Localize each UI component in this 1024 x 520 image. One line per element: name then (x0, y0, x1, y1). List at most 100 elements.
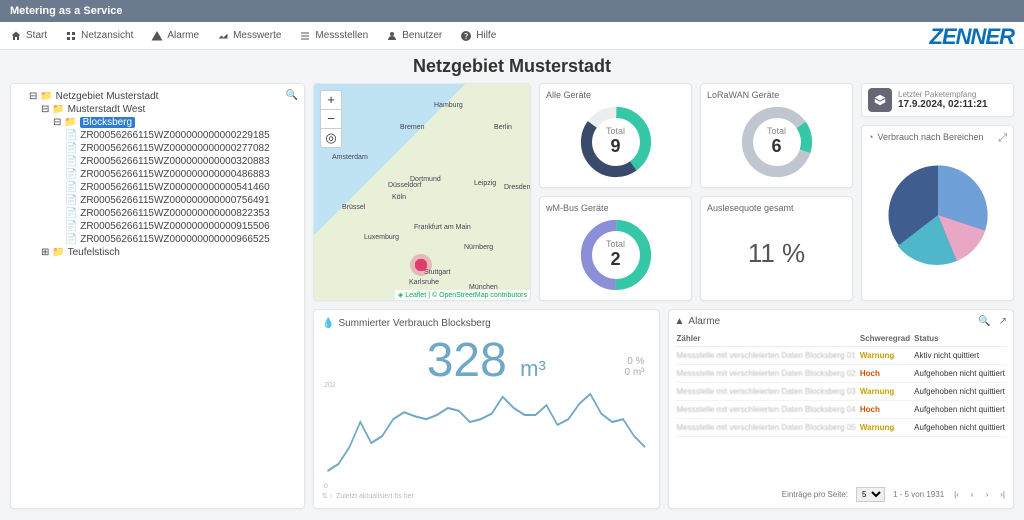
last-packet-value: 17.9.2024, 02:11:21 (898, 99, 988, 110)
tree-device[interactable]: 📄 ZR00056266115WZ000000000000277082 (65, 142, 298, 155)
pager-first[interactable]: |‹ (952, 490, 961, 499)
donut-label: wM-Bus Geräte (546, 203, 685, 213)
col-status[interactable]: Status (912, 331, 1007, 347)
pager-prev[interactable]: ‹ (969, 490, 976, 499)
map-zoom-in[interactable]: + (321, 91, 341, 110)
map-city: Düsseldorf (388, 182, 421, 189)
pager-next[interactable]: › (984, 490, 991, 499)
packet-icon (868, 88, 892, 112)
map-locate[interactable]: ◎ (321, 129, 341, 147)
alarm-row[interactable]: Messstelle mit verschleierten Daten Bloc… (675, 383, 1008, 401)
menu-label: Messwerte (233, 30, 281, 41)
tree-panel: 🔍 ⊟ 📁 Netzgebiet Musterstadt ⊟ 📁 Musters… (10, 83, 305, 509)
map-city: Bremen (400, 124, 425, 131)
sort-icon[interactable]: ⇅ (322, 493, 328, 500)
menu-hilfe[interactable]: Hilfe (460, 30, 496, 42)
map-card[interactable]: Hamburg Bremen Berlin Amsterdam Brüssel … (313, 83, 531, 301)
menu-label: Alarme (167, 30, 199, 41)
map-city: Frankfurt am Main (414, 224, 471, 231)
map-city: Dresden (504, 184, 530, 191)
map-zoom-controls: + − ◎ (320, 90, 342, 148)
alarm-row[interactable]: Messstelle mit verschleierten Daten Bloc… (675, 365, 1008, 383)
alarm-zaehler: Messstelle mit verschleierten Daten Bloc… (675, 419, 858, 437)
tree-device[interactable]: 📄 ZR00056266115WZ000000000000966525 (65, 233, 298, 246)
tree-device[interactable]: 📄 ZR00056266115WZ000000000000486883 (65, 168, 298, 181)
menu-netzansicht[interactable]: Netzansicht (65, 30, 133, 42)
consumption-delta: 0 %0 m³ (625, 356, 645, 378)
map-city: Brüssel (342, 204, 365, 211)
next-icon[interactable]: › (330, 493, 332, 500)
tree-device[interactable]: 📄 ZR00056266115WZ000000000000915506 (65, 220, 298, 233)
pie-icon: ◔ (868, 132, 873, 142)
quote-label: Auslesequote gesamt (707, 203, 846, 213)
tree-device[interactable]: 📄 ZR00056266115WZ000000000000822353 (65, 207, 298, 220)
page-title: Netzgebiet Musterstadt (0, 50, 1024, 83)
brand-logo: ZENNER (930, 24, 1014, 50)
donut-wmbus: wM-Bus Geräte Total2 (539, 196, 692, 301)
tree-device[interactable]: 📄 ZR00056266115WZ000000000000756491 (65, 194, 298, 207)
app-title: Metering as a Service (10, 5, 123, 17)
consumption-chart: 202 0 (322, 380, 651, 492)
map-city: Köln (392, 194, 406, 201)
map-zoom-out[interactable]: − (321, 110, 341, 129)
main-menu: Start Netzansicht Alarme Messwerte Messs… (0, 22, 1024, 50)
map-city: Amsterdam (332, 154, 368, 161)
tree-sibling[interactable]: ⊞ 📁 Teufelstisch (41, 246, 298, 259)
last-packet-label: Letzter Paketempfang (898, 90, 988, 99)
donut-label: LoRaWAN Geräte (707, 90, 846, 100)
quote-value: 11 % (707, 213, 846, 294)
pie-card: ◔Verbrauch nach Bereichen ⤢ (861, 125, 1014, 301)
donut-total-label: Total (606, 239, 625, 249)
expand-icon[interactable]: ⤢ (998, 132, 1007, 145)
tree-root[interactable]: ⊟ 📁 Netzgebiet Musterstadt (29, 90, 286, 103)
menu-alarme[interactable]: Alarme (151, 30, 199, 42)
tree-device[interactable]: 📄 ZR00056266115WZ000000000000229185 (65, 129, 298, 142)
alarms-card: ▲Alarme 🔍 ↗ Zähler Schweregrad Status Mes… (668, 309, 1015, 509)
menu-label: Netzansicht (81, 30, 133, 41)
map-city: Dortmund (410, 176, 441, 183)
tree-selected[interactable]: ⊟ 📁 Blocksberg (53, 116, 298, 129)
map-attribution: ◈ Leaflet | © OpenStreetMap contributors (395, 290, 530, 300)
read-quote-card: Auslesequote gesamt 11 % (700, 196, 853, 301)
alarm-severity: Warnung (858, 419, 912, 437)
alarm-zaehler: Messstelle mit verschleierten Daten Bloc… (675, 347, 858, 365)
alarm-zaehler: Messstelle mit verschleierten Daten Bloc… (675, 365, 858, 383)
map-city: Leipzig (474, 180, 496, 187)
tree-search-icon[interactable]: 🔍 (286, 90, 298, 101)
pager-last[interactable]: ›| (998, 490, 1007, 499)
tree-device[interactable]: 📄 ZR00056266115WZ000000000000541460 (65, 181, 298, 194)
col-zaehler[interactable]: Zähler (675, 331, 858, 347)
last-packet-card: Letzter Paketempfang17.9.2024, 02:11:21 (861, 83, 1014, 117)
menu-label: Start (26, 30, 47, 41)
tree-level1[interactable]: ⊟ 📁 Musterstadt West (41, 103, 298, 116)
tree-device[interactable]: 📄 ZR00056266115WZ000000000000320883 (65, 155, 298, 168)
consumption-label: Summierter Verbrauch Blocksberg (338, 318, 490, 329)
warn-icon: ▲ (675, 316, 685, 327)
alarm-severity: Hoch (858, 365, 912, 383)
alarms-label: Alarme (688, 316, 720, 327)
donut-total-label: Total (606, 126, 625, 136)
menu-start[interactable]: Start (10, 30, 47, 42)
alarm-status: Aktiv nicht quittiert (912, 347, 1007, 365)
consumption-footer: Zuletzt aktualisiert 6s her (336, 493, 414, 500)
menu-messwerte[interactable]: Messwerte (217, 30, 281, 42)
map-city: Luxemburg (364, 234, 399, 241)
donut-total-label: Total (767, 126, 786, 136)
map-marker[interactable] (410, 254, 432, 276)
drop-icon: 💧 (322, 318, 334, 329)
pager-per-select[interactable]: 5 (856, 487, 885, 502)
alarm-row[interactable]: Messstelle mit verschleierten Daten Bloc… (675, 401, 1008, 419)
alarm-row[interactable]: Messstelle mit verschleierten Daten Bloc… (675, 347, 1008, 365)
menu-benutzer[interactable]: Benutzer (386, 30, 442, 42)
donut-label: Alle Geräte (546, 90, 685, 100)
alarms-expand-icon[interactable]: ↗ (999, 316, 1007, 327)
map-city: Hamburg (434, 102, 463, 109)
alarms-search-icon[interactable]: 🔍 (978, 316, 990, 327)
donut-value: 2 (606, 249, 625, 270)
alarm-row[interactable]: Messstelle mit verschleierten Daten Bloc… (675, 419, 1008, 437)
consumption-card: 💧Summierter Verbrauch Blocksberg 328 m³ … (313, 309, 660, 509)
menu-messstellen[interactable]: Messstellen (299, 30, 368, 42)
col-severity[interactable]: Schweregrad (858, 331, 912, 347)
alarm-severity: Warnung (858, 383, 912, 401)
y-tick: 202 (324, 382, 336, 389)
